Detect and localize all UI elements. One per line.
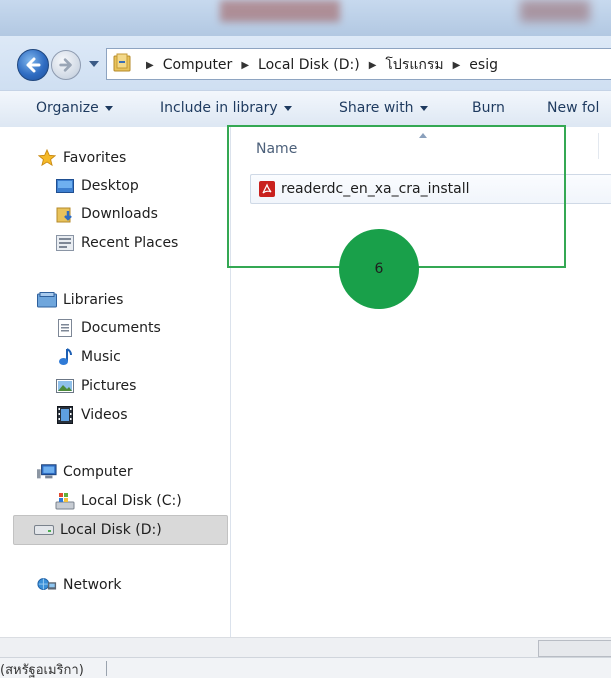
nav-pictures[interactable]: Pictures xyxy=(55,375,136,397)
nav-computer[interactable]: Computer xyxy=(37,461,133,483)
window-title-strip xyxy=(0,0,611,36)
chevron-down-icon xyxy=(104,105,113,111)
nav-local-disk-d-label: Local Disk (D:) xyxy=(60,522,162,538)
computer-icon xyxy=(37,463,57,481)
nav-desktop-label: Desktop xyxy=(81,178,139,194)
breadcrumb-separator-icon[interactable]: ▶ xyxy=(241,60,249,71)
nav-recent-places[interactable]: Recent Places xyxy=(55,232,178,254)
system-drive-icon xyxy=(55,492,75,510)
breadcrumb-local-disk-d[interactable]: Local Disk (D:) xyxy=(258,57,360,73)
new-folder-button[interactable]: New fol xyxy=(547,100,599,116)
recent-places-icon xyxy=(55,234,75,252)
nav-downloads[interactable]: Downloads xyxy=(55,203,158,225)
nav-recent-places-label: Recent Places xyxy=(81,235,179,251)
arrow-right-icon xyxy=(59,58,72,72)
nav-libraries[interactable]: Libraries xyxy=(37,289,123,311)
horizontal-scrollbar[interactable] xyxy=(0,637,611,658)
documents-icon xyxy=(55,319,75,337)
share-with-label: Share with xyxy=(339,100,414,116)
nav-documents[interactable]: Documents xyxy=(55,317,161,339)
nav-documents-label: Documents xyxy=(81,320,161,336)
breadcrumb-program-folder[interactable]: โปรแกรม xyxy=(385,54,443,76)
arrow-left-icon xyxy=(26,57,41,73)
nav-music[interactable]: Music xyxy=(55,346,121,368)
nav-local-disk-c-label: Local Disk (C:) xyxy=(81,493,182,509)
star-icon xyxy=(37,149,57,167)
step-number-badge: 6 xyxy=(339,229,419,309)
downloads-icon xyxy=(55,205,75,223)
pictures-icon xyxy=(55,377,75,395)
chevron-down-icon xyxy=(283,105,292,111)
forward-button[interactable] xyxy=(51,50,81,80)
nav-network[interactable]: Network xyxy=(37,574,121,596)
column-divider[interactable] xyxy=(598,133,599,159)
nav-desktop[interactable]: Desktop xyxy=(55,175,139,197)
title-blur-decoration xyxy=(220,0,340,22)
desktop-icon xyxy=(55,177,75,195)
nav-local-disk-d[interactable]: Local Disk (D:) xyxy=(13,515,228,545)
breadcrumb-separator-icon[interactable]: ▶ xyxy=(146,60,154,71)
organize-label: Organize xyxy=(36,100,99,116)
chevron-down-icon xyxy=(419,105,428,111)
music-icon xyxy=(55,348,75,366)
breadcrumb: ▶ Computer ▶ Local Disk (D:) ▶ โปรแกรม ▶… xyxy=(137,54,498,76)
title-blur-decoration-2 xyxy=(520,0,590,22)
hard-drive-icon xyxy=(34,521,54,539)
breadcrumb-computer[interactable]: Computer xyxy=(163,57,233,73)
nav-computer-label: Computer xyxy=(63,464,133,480)
nav-favorites-label: Favorites xyxy=(63,150,127,166)
burn-button[interactable]: Burn xyxy=(472,100,505,116)
back-button[interactable] xyxy=(17,49,49,81)
status-bar: (สหรัฐอเมริกา) xyxy=(0,657,611,678)
address-bar[interactable]: ▶ Computer ▶ Local Disk (D:) ▶ โปรแกรม ▶… xyxy=(106,48,611,80)
breadcrumb-separator-icon[interactable]: ▶ xyxy=(453,60,461,71)
nav-pictures-label: Pictures xyxy=(81,378,137,394)
nav-music-label: Music xyxy=(81,349,121,365)
navigation-pane: Favorites Desktop Downloads Recent Place… xyxy=(0,127,231,637)
folder-icon xyxy=(113,53,131,77)
nav-favorites[interactable]: Favorites xyxy=(37,147,126,169)
include-in-library-label: Include in library xyxy=(160,100,278,116)
include-in-library-menu[interactable]: Include in library xyxy=(160,100,292,116)
nav-downloads-label: Downloads xyxy=(81,206,158,222)
libraries-icon xyxy=(37,291,57,309)
nav-libraries-label: Libraries xyxy=(63,292,124,308)
status-divider xyxy=(106,661,107,676)
breadcrumb-separator-icon[interactable]: ▶ xyxy=(369,60,377,71)
scrollbar-thumb[interactable] xyxy=(538,640,611,657)
breadcrumb-esig[interactable]: esig xyxy=(469,57,498,73)
network-icon xyxy=(37,576,57,594)
nav-network-label: Network xyxy=(63,577,122,593)
nav-videos-label: Videos xyxy=(81,407,128,423)
command-bar: Organize Include in library Share with B… xyxy=(0,90,611,128)
videos-icon xyxy=(55,406,75,424)
share-with-menu[interactable]: Share with xyxy=(339,100,428,116)
nav-local-disk-c[interactable]: Local Disk (C:) xyxy=(55,490,182,512)
recent-pages-dropdown[interactable] xyxy=(89,61,99,67)
organize-menu[interactable]: Organize xyxy=(36,100,113,116)
nav-videos[interactable]: Videos xyxy=(55,404,128,426)
navigation-bar: ▶ Computer ▶ Local Disk (D:) ▶ โปรแกรม ▶… xyxy=(0,36,611,90)
